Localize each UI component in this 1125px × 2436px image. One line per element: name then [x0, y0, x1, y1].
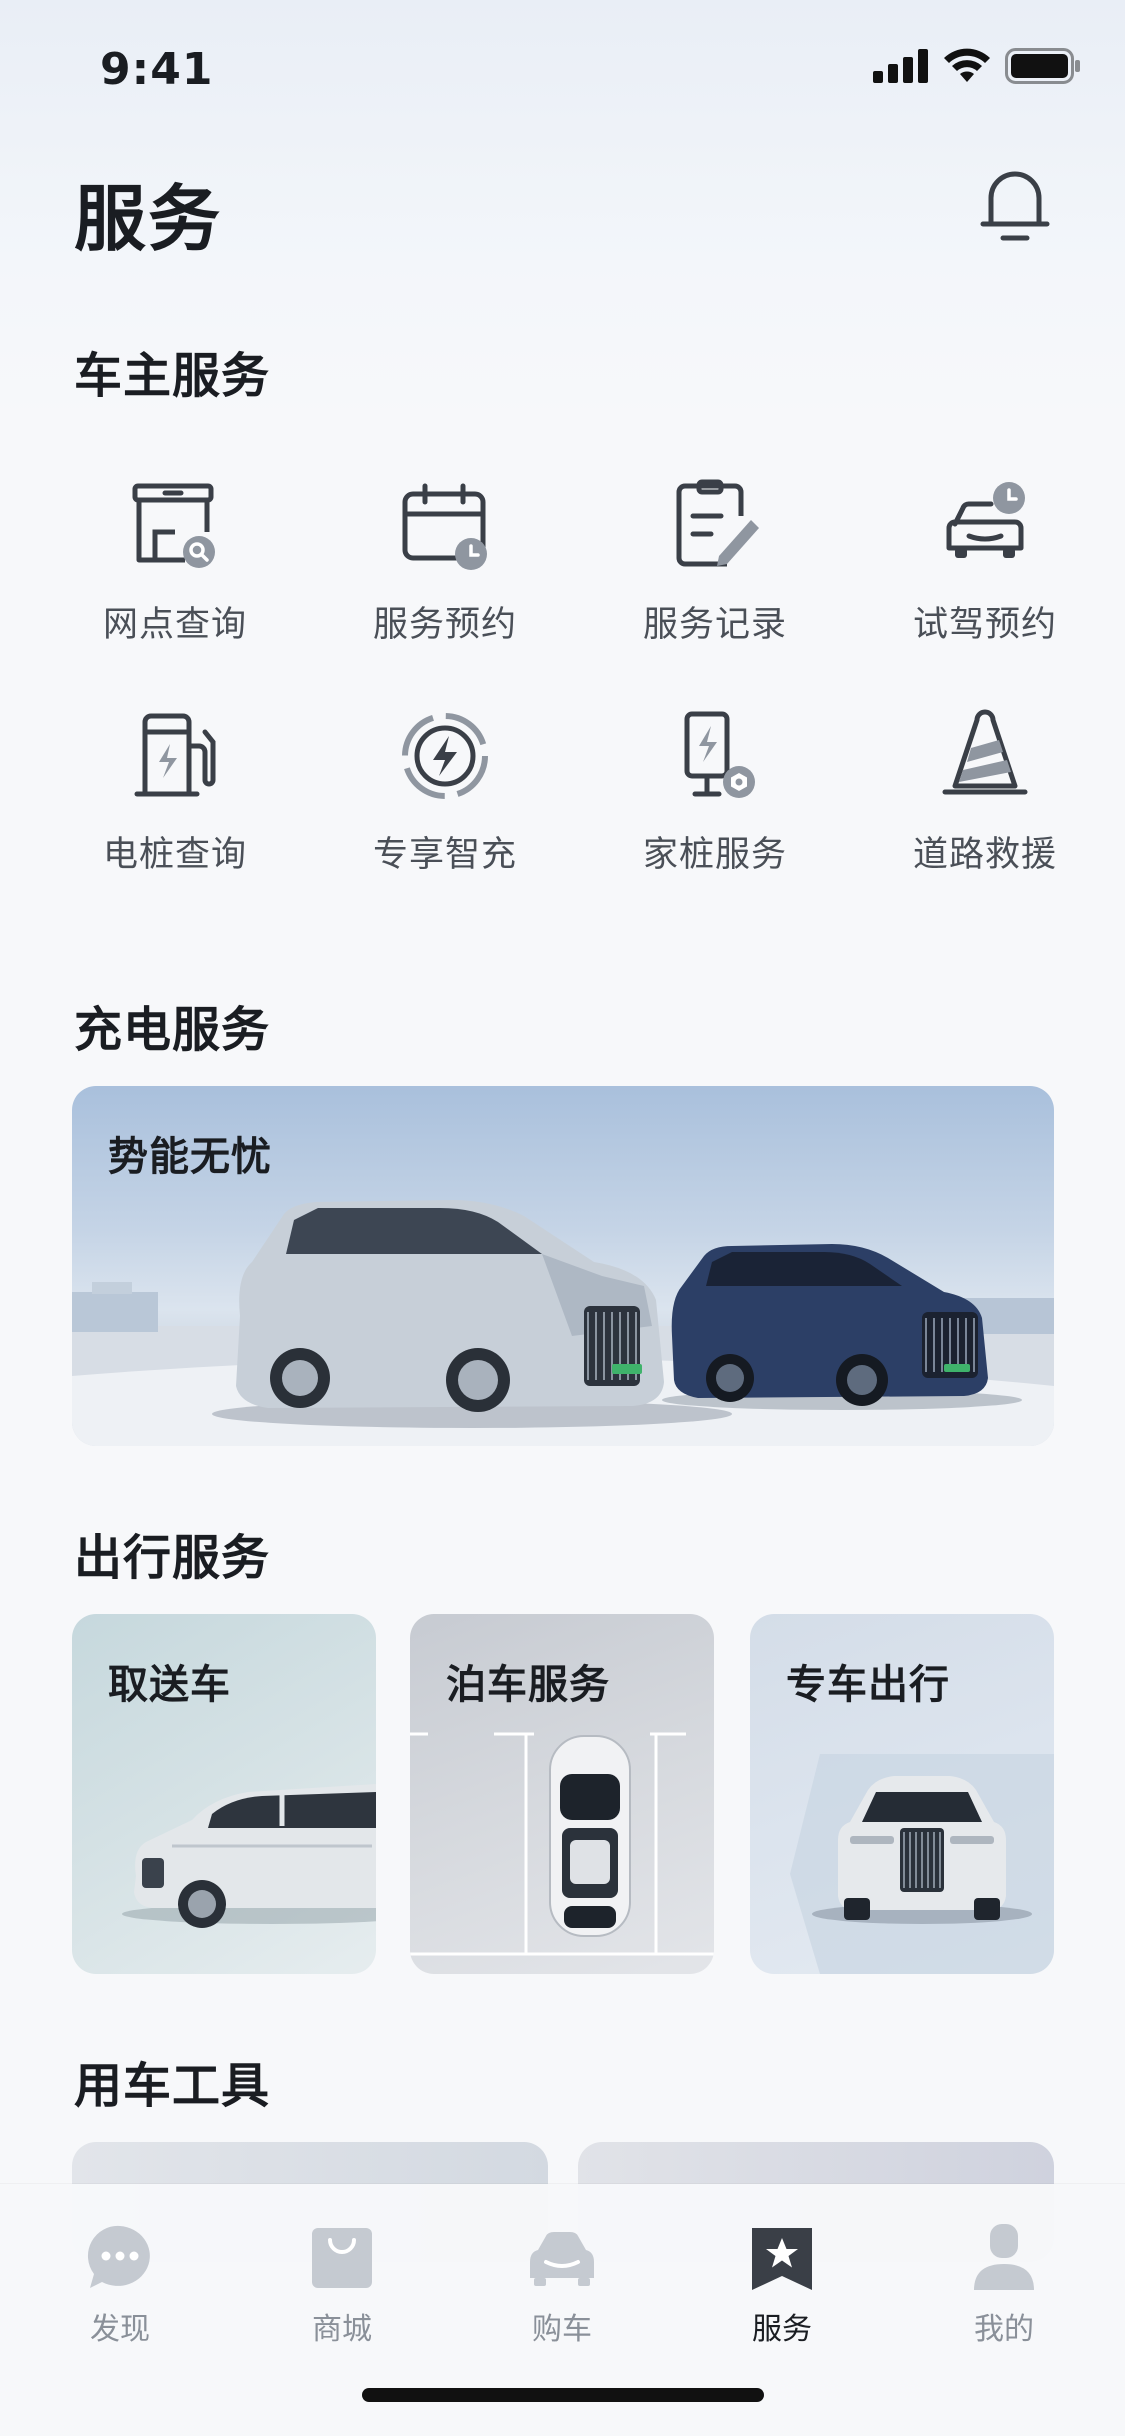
header: 服务: [0, 150, 1125, 261]
travel-card-parking[interactable]: 泊车服务: [410, 1614, 714, 1974]
status-icons: [873, 48, 1081, 84]
service-label: 家桩服务: [642, 835, 787, 875]
owner-services-grid: 网点查询 服务预约 服务记录 试驾预约 电桩查询 专享智充 家桩服务 道路救援: [40, 452, 1120, 912]
tab-label: 购车: [532, 2312, 592, 2347]
travel-card-chauffeur[interactable]: 专车出行: [750, 1614, 1054, 1974]
section-title-travel-services: 出行服务: [74, 1530, 271, 1586]
status-bar: 9:41: [0, 0, 1125, 140]
star-bookmark-icon: [752, 2228, 812, 2290]
service-charger-search[interactable]: 电桩查询: [40, 682, 310, 912]
tab-label: 商城: [312, 2312, 372, 2347]
charging-banner[interactable]: 势能无忧: [72, 1086, 1054, 1446]
traffic-cone-icon: [942, 709, 1028, 795]
service-label: 服务预约: [372, 605, 517, 645]
tab-mine[interactable]: 我的: [924, 2222, 1084, 2348]
cellular-signal-icon: [873, 49, 928, 83]
car-clock-icon: [946, 482, 1025, 558]
travel-card-label: 取送车: [108, 1662, 231, 1708]
service-label: 电桩查询: [102, 835, 247, 875]
section-title-car-tools: 用车工具: [74, 2058, 271, 2114]
charging-banner-title: 势能无忧: [108, 1134, 272, 1180]
tab-label: 服务: [752, 2312, 812, 2347]
section-title-charging-services: 充电服务: [74, 1002, 271, 1058]
page-title: 服务: [74, 177, 223, 261]
shopping-bag-icon: [312, 2228, 372, 2288]
person-icon: [974, 2224, 1034, 2290]
home-charger-icon: [684, 711, 755, 798]
tab-mall[interactable]: 商城: [262, 2222, 422, 2348]
store-search-icon: [132, 483, 215, 568]
tab-service[interactable]: 服务: [702, 2222, 862, 2348]
section-title-owner-services: 车主服务: [74, 348, 271, 404]
charging-pile-icon: [134, 713, 216, 797]
edit-document-icon: [676, 479, 759, 567]
travel-card-pickup[interactable]: 取送车: [72, 1614, 376, 1974]
service-store-search[interactable]: 网点查询: [40, 452, 310, 682]
status-time: 9:41: [100, 44, 214, 95]
home-indicator: [362, 2388, 764, 2402]
service-home-charger[interactable]: 家桩服务: [580, 682, 850, 912]
service-label: 试驾预约: [912, 605, 1057, 645]
battery-icon: [1005, 48, 1080, 84]
bell-icon[interactable]: [975, 160, 1055, 250]
service-records[interactable]: 服务记录: [580, 452, 850, 682]
car-icon: [530, 2232, 594, 2286]
service-smart-charge[interactable]: 专享智充: [310, 682, 580, 912]
service-label: 道路救援: [912, 835, 1057, 875]
service-appointment[interactable]: 服务预约: [310, 452, 580, 682]
calendar-clock-icon: [402, 483, 487, 570]
tab-label: 我的: [974, 2312, 1034, 2347]
wifi-icon: [944, 48, 990, 82]
tab-label: 发现: [90, 2312, 150, 2347]
service-label: 网点查询: [102, 605, 247, 645]
service-test-drive[interactable]: 试驾预约: [850, 452, 1120, 682]
service-road-rescue[interactable]: 道路救援: [850, 682, 1120, 912]
service-label: 服务记录: [642, 605, 787, 645]
service-label: 专享智充: [372, 835, 517, 875]
chat-bubble-icon: [87, 2225, 150, 2288]
tab-discover[interactable]: 发现: [40, 2222, 200, 2348]
lightning-circle-icon: [402, 713, 488, 799]
travel-card-label: 泊车服务: [446, 1662, 610, 1708]
travel-card-label: 专车出行: [786, 1662, 950, 1708]
tab-buy-car[interactable]: 购车: [482, 2222, 642, 2348]
